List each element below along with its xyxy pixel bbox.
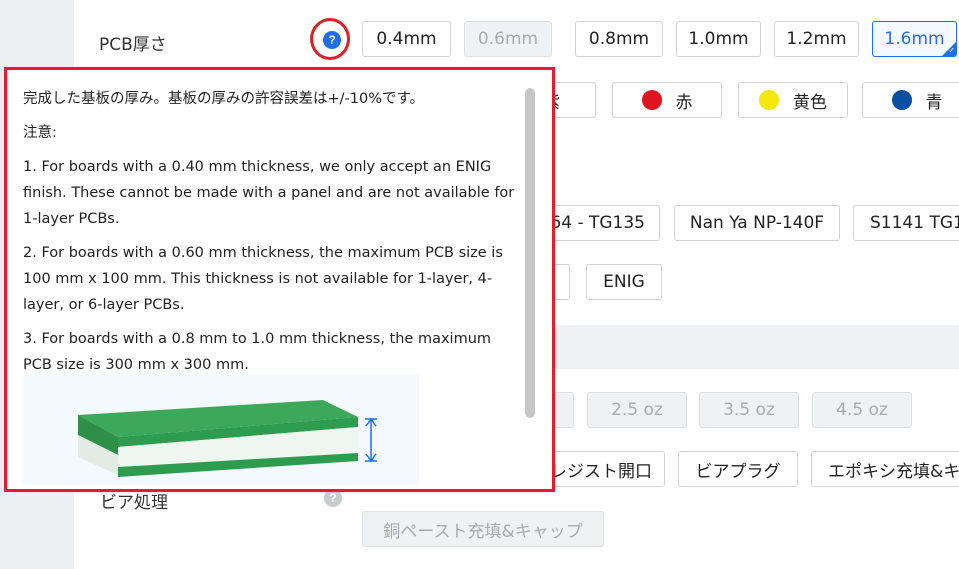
pcb-thickness-label: PCB厚さ <box>99 35 167 55</box>
thickness-option-1-0mm[interactable]: 1.0mm <box>676 21 761 57</box>
yellow-swatch-icon <box>759 90 779 110</box>
thickness-option-1-6mm-label: 1.6mm <box>884 29 945 49</box>
copper-option-2-5oz: 2.5 oz <box>587 392 687 428</box>
finish-option-enig[interactable]: ENIG <box>586 264 662 300</box>
material-option-nanya[interactable]: Nan Ya NP-140F <box>674 205 840 241</box>
material-option-s1141[interactable]: S1141 TG14 <box>853 205 959 241</box>
popup-intro: 完成した基板の厚み。基板の厚みの許容誤差は+/-10%です。 <box>23 91 425 107</box>
popup-content: 完成した基板の厚み。基板の厚みの許容誤差は+/-10%です。 注意: 1. Fo… <box>23 86 521 386</box>
popup-note-1: 1. For boards with a 0.40 mm thickness, … <box>23 159 515 227</box>
popup-scrollbar[interactable] <box>523 84 535 484</box>
popup-note-title: 注意: <box>23 125 57 141</box>
help-highlight-ring <box>310 18 350 60</box>
thickness-option-0-8mm[interactable]: 0.8mm <box>575 21 663 57</box>
thickness-option-1-6mm[interactable]: 1.6mm ✓ <box>872 21 957 57</box>
copper-option-3-5oz: 3.5 oz <box>699 392 799 428</box>
red-swatch-icon <box>641 90 662 110</box>
color-option-yellow[interactable]: 黄色 <box>738 82 848 118</box>
copper-option-4-5oz: 4.5 oz <box>812 392 912 428</box>
pcb-board-icon <box>78 400 377 477</box>
color-option-red-label: 赤 <box>675 92 693 113</box>
color-option-red[interactable]: 赤 <box>612 82 722 118</box>
board-thickness-illustration <box>23 375 419 485</box>
popup-scrollbar-thumb[interactable] <box>525 88 535 418</box>
via-option-epoxy-fill[interactable]: エポキシ充填&キ <box>811 451 959 487</box>
color-option-blue-label: 青 <box>925 92 943 113</box>
thickness-option-1-2mm[interactable]: 1.2mm <box>774 21 859 57</box>
color-option-blue[interactable]: 青 <box>862 82 959 118</box>
via-option-via-plug[interactable]: ビアプラグ <box>678 451 798 487</box>
thickness-help-popup: 完成した基板の厚み。基板の厚みの許容誤差は+/-10%です。 注意: 1. Fo… <box>4 67 555 492</box>
popup-note-3: 3. For boards with a 0.8 mm to 1.0 mm th… <box>23 331 492 373</box>
checkmark-icon: ✓ <box>948 46 955 55</box>
blue-swatch-icon <box>891 90 912 110</box>
popup-note-2: 2. For boards with a 0.60 mm thickness, … <box>23 245 503 313</box>
via-option-copper-paste: 銅ペースト充填&キャップ <box>362 511 604 547</box>
thickness-option-0-6mm: 0.6mm <box>464 21 552 57</box>
color-option-yellow-label: 黄色 <box>793 92 827 113</box>
thickness-option-0-4mm[interactable]: 0.4mm <box>362 21 451 57</box>
